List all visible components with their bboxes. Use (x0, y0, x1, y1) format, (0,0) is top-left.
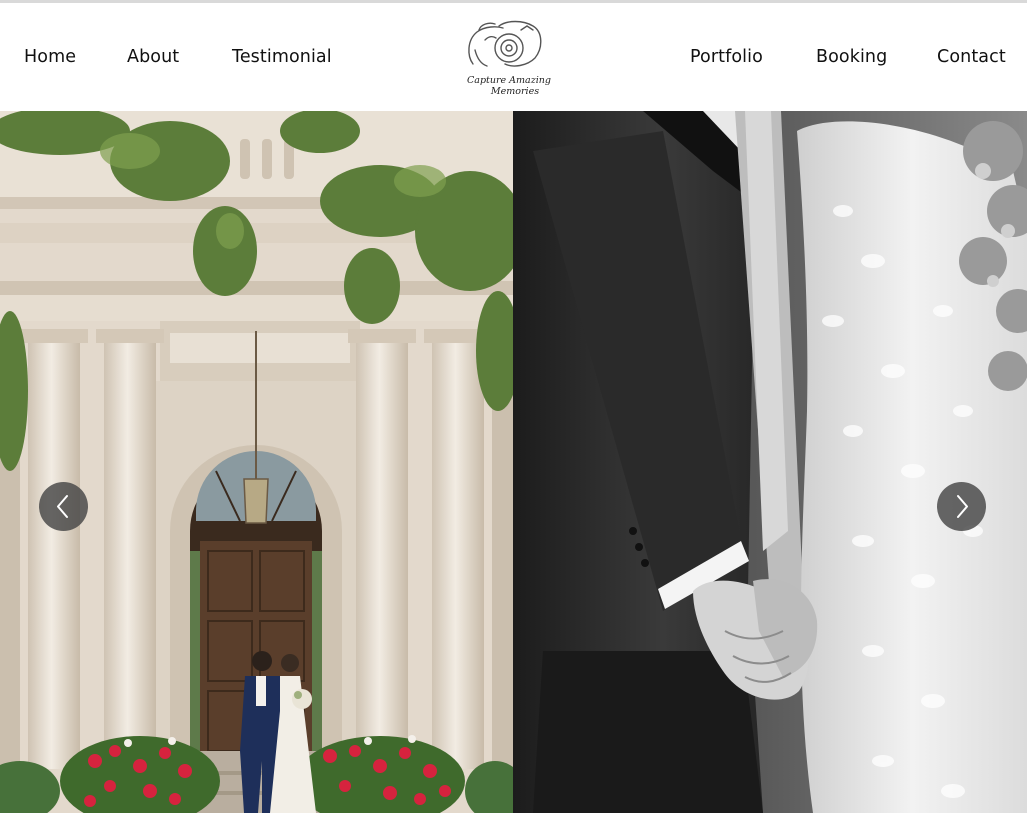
chevron-right-icon (957, 495, 968, 518)
logo-text-line2: Memories (490, 86, 540, 97)
nav-testimonial-link[interactable]: Testimonial (232, 47, 332, 67)
site-header: Home About Testimonial Capture Amazing M… (0, 3, 1027, 111)
slider-prev-button[interactable] (39, 482, 88, 531)
camera-outline-icon (468, 20, 542, 67)
nav-home-link[interactable]: Home (24, 47, 76, 67)
nav-booking-link[interactable]: Booking (816, 47, 887, 67)
nav-contact-link[interactable]: Contact (937, 47, 1006, 67)
slide-holding-hands (513, 111, 1027, 813)
photo-couple-at-mansion-entrance (0, 111, 513, 813)
photo-holding-hands-black-and-white (513, 111, 1027, 813)
chevron-left-icon (57, 495, 68, 518)
slide-mansion-entrance (0, 111, 513, 813)
hero-image-slider (0, 111, 1027, 813)
logo-text-line1: Capture Amazing (467, 75, 551, 86)
slider-next-button[interactable] (937, 482, 986, 531)
site-logo[interactable]: Capture Amazing Memories (459, 20, 559, 98)
nav-about-link[interactable]: About (127, 47, 179, 67)
nav-portfolio-link[interactable]: Portfolio (690, 47, 763, 67)
